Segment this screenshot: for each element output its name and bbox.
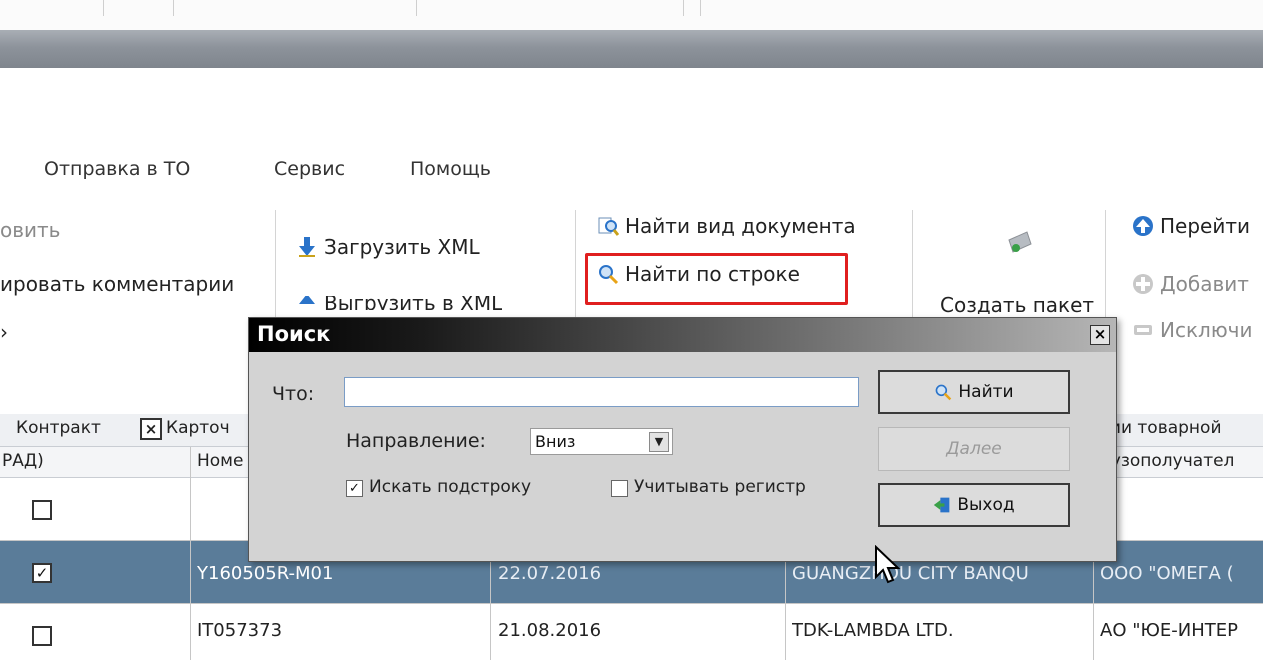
header-col-1[interactable]: РАД) [2,451,44,471]
tab-card[interactable]: Карточ [166,418,230,438]
load-xml-label: Загрузить XML [324,235,480,259]
strip-divider [683,0,684,16]
row-checkbox[interactable] [32,500,52,520]
header-consignee[interactable]: рузополучател [1100,451,1234,471]
close-icon[interactable]: × [1090,325,1110,345]
plus-icon [1133,274,1153,294]
direction-label: Направление: [346,430,486,452]
download-icon [299,237,315,257]
magnifier-icon [936,384,952,401]
goto-label: Перейти [1160,214,1250,238]
header-number[interactable]: Номе [197,451,243,471]
next-button[interactable]: Далее [878,427,1070,471]
load-xml-button[interactable]: Загрузить XML [296,235,480,259]
search-dialog: Поиск × Что: Направление: Вниз ▼ ✓ Искат… [248,317,1117,562]
direction-select[interactable]: Вниз ▼ [530,428,673,455]
strip-divider [416,0,417,16]
ribbon-more-partial[interactable]: › [0,320,8,344]
highlight-box [585,253,848,305]
find-document-icon [598,217,619,236]
mouse-cursor-icon [875,545,901,584]
search-input[interactable] [344,377,859,407]
exit-door-icon [934,497,950,513]
direction-value: Вниз [535,432,576,451]
chevron-down-icon[interactable]: ▼ [649,432,669,452]
cell-receiver: ООО "ОМЕГА ( [1100,563,1234,584]
menu-service[interactable]: Сервис [274,158,345,180]
next-button-label: Далее [946,439,1002,459]
cell-receiver: АО "ЮЕ-ИНТЕР [1100,620,1239,641]
upload-icon [299,296,315,304]
cell-date: 22.07.2016 [498,563,602,584]
strip-divider [700,0,701,16]
menu-help[interactable]: Помощь [410,158,491,180]
arrow-up-icon [1133,216,1153,236]
cell-sender: TDK-LAMBDA LTD. [792,620,954,641]
exclude-label: Исключи [1160,318,1253,342]
find-button[interactable]: Найти [878,370,1070,414]
export-xml-button[interactable]: Выгрузить в XML [296,296,502,310]
add-button[interactable]: Добавит [1132,272,1249,296]
find-doc-type-button[interactable]: Найти вид документа [597,214,856,238]
ribbon-comments-partial[interactable]: ировать комментарии [0,272,234,296]
cell-sender: GUANGZHOU CITY BANQU [792,563,1029,584]
what-label: Что: [272,383,315,405]
row-checkbox[interactable] [32,626,52,646]
find-doc-type-label: Найти вид документа [625,214,856,238]
substring-label: Искать подстроку [369,477,532,497]
minus-icon [1134,325,1152,335]
menu-send-to-to[interactable]: Отправка в ТО [44,158,190,180]
dialog-title: Поиск [257,322,331,346]
ribbon-refresh-partial[interactable]: овить [0,218,60,242]
package-icon [1008,231,1032,253]
goto-button[interactable]: Перейти [1132,214,1250,238]
column-divider [190,447,191,660]
exclude-button[interactable]: Исключи [1132,318,1252,342]
cell-number: Y160505R-M01 [197,563,334,584]
case-checkbox[interactable] [611,480,628,497]
tab-contract[interactable]: Контракт [16,418,101,438]
close-tab-icon[interactable]: × [140,418,162,440]
strip-divider [103,0,104,16]
row-checkbox[interactable]: ✓ [32,563,52,583]
export-xml-label: Выгрузить в XML [324,296,503,310]
dialog-title-bar: Поиск × [249,318,1116,352]
tab-goods-party[interactable]: тии товарной [1100,418,1222,438]
create-package-button[interactable]: Создать пакет [940,296,1094,314]
window-title-bar [0,30,1263,68]
add-label: Добавит [1160,272,1249,296]
cell-date: 21.08.2016 [498,620,602,641]
exit-button[interactable]: Выход [878,483,1070,527]
find-button-label: Найти [958,382,1014,402]
cell-number: IT057373 [197,620,283,641]
exit-button-label: Выход [957,495,1015,515]
substring-checkbox[interactable]: ✓ [346,480,363,497]
strip-divider [173,0,174,16]
case-label: Учитывать регистр [634,477,806,497]
top-strip [0,0,1263,31]
